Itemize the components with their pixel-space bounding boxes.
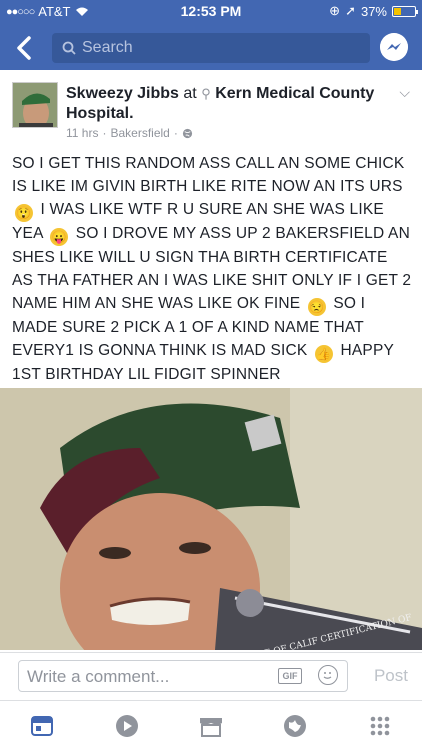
messenger-icon[interactable] (380, 33, 408, 61)
battery-percent: 37% (360, 3, 387, 19)
comment-placeholder: Write a comment... (27, 667, 170, 686)
location-services-icon: ⊕ (329, 3, 341, 18)
post-time[interactable]: 11 hrs (66, 126, 98, 140)
search-icon (62, 41, 76, 55)
at-word: at (183, 85, 197, 102)
menu-grid-icon[interactable] (365, 711, 395, 741)
post-header: Skweezy Jibbs at ⚲ Kern Medical County H… (0, 70, 422, 148)
status-bar: ●●○○○ AT&T 12:53 PM ⊕ ➚ 37% (0, 0, 422, 22)
nav-bar: Search (0, 28, 422, 68)
post-comment-button[interactable]: Post (374, 666, 408, 686)
post-text: SO I GET THIS RANDOM ASS CALL AN SOME CH… (12, 152, 412, 386)
video-icon[interactable] (112, 711, 142, 741)
pin-icon: ⚲ (201, 86, 211, 101)
tongue-out-face-icon: 😛 (50, 228, 69, 246)
tab-bar (0, 700, 422, 750)
astonished-face-icon: 😲 (15, 204, 33, 222)
post-location: Bakersfield (110, 126, 170, 140)
comment-bar: Write a comment... GIF Post (0, 652, 422, 698)
gif-button[interactable]: GIF (278, 668, 302, 684)
globe-icon[interactable] (280, 711, 310, 741)
post-text-part: SO I GET THIS RANDOM ASS CALL AN SOME CH… (12, 155, 405, 195)
chevron-down-icon[interactable]: ⌵ (399, 84, 410, 101)
news-feed-icon[interactable] (27, 711, 57, 741)
marketplace-icon[interactable] (196, 711, 226, 741)
top-header: ●●○○○ AT&T 12:53 PM ⊕ ➚ 37% Search (0, 0, 422, 70)
thumbs-up-icon: 👍 (314, 345, 333, 363)
post-author-line: Skweezy Jibbs at ⚲ Kern Medical County H… (66, 84, 386, 124)
battery-icon (392, 5, 418, 17)
back-arrow-icon[interactable] (12, 32, 36, 64)
search-placeholder: Search (82, 39, 133, 56)
post-meta: 11 hrs · Bakersfield · (66, 126, 193, 140)
sticker-icon[interactable] (318, 665, 338, 685)
unamused-face-icon: 😒 (307, 298, 326, 316)
avatar[interactable] (12, 82, 58, 128)
search-input[interactable]: Search (52, 33, 370, 63)
globe-privacy-icon (182, 128, 192, 138)
location-arrow-icon: ➚ (345, 3, 356, 18)
post-photo[interactable]: STATE OF CALIF CERTIFICATION OF (0, 388, 422, 650)
author-name[interactable]: Skweezy Jibbs (66, 85, 179, 102)
